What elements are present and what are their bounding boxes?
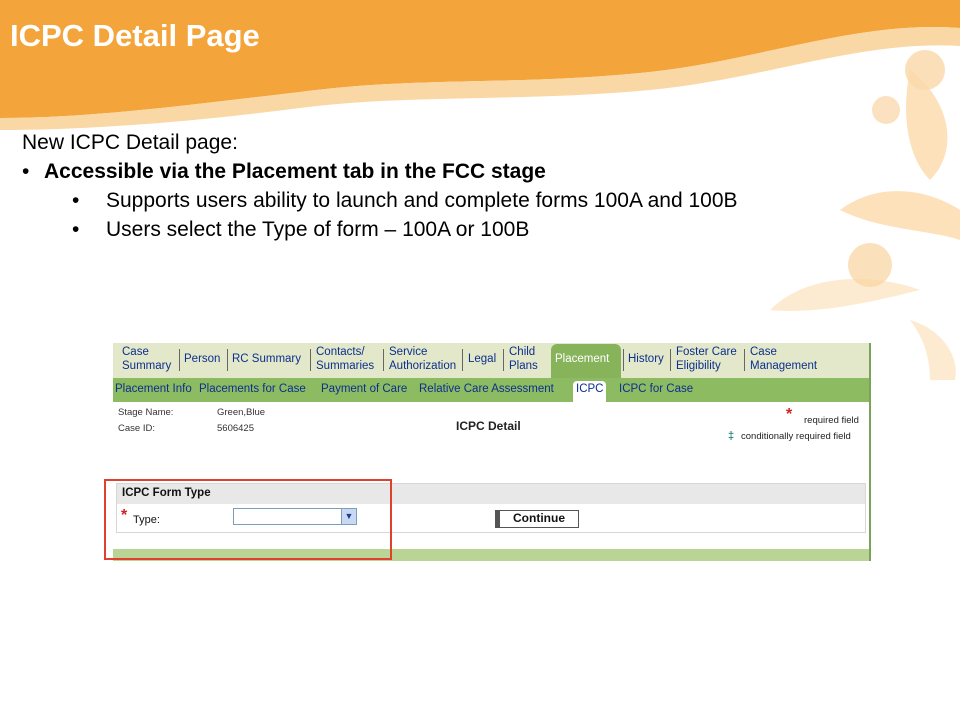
case-id-label: Case ID: <box>118 423 155 434</box>
tab-person[interactable]: Person <box>184 352 220 366</box>
tab-foster-care-eligibility[interactable]: Foster Care Eligibility <box>676 345 737 373</box>
tab-child-plans[interactable]: Child Plans <box>509 345 538 373</box>
sub-bullet: Users select the Type of form – 100A or … <box>22 215 822 244</box>
page-title: ICPC Detail <box>456 419 521 433</box>
conditional-legend: conditionally required field <box>741 431 851 442</box>
stage-name-label: Stage Name: <box>118 407 174 418</box>
conditional-marker: ‡ <box>728 430 735 442</box>
subtab-placements-for-case[interactable]: Placements for Case <box>199 383 306 395</box>
sub-tab-bar: Placement Info Placements for Case Payme… <box>113 378 869 402</box>
continue-button[interactable]: Continue <box>495 510 579 528</box>
subtab-payment-of-care[interactable]: Payment of Care <box>321 383 407 395</box>
slide-title: ICPC Detail Page <box>10 18 260 53</box>
tab-contacts-summaries[interactable]: Contacts/Summaries <box>316 345 374 373</box>
tab-history[interactable]: History <box>628 352 664 366</box>
stage-name-value: Green,Blue <box>217 407 266 418</box>
highlight-box <box>104 479 392 560</box>
required-legend: required field <box>804 415 859 426</box>
sub-bullet: Supports users ability to launch and com… <box>22 186 822 215</box>
subtab-icpc[interactable]: ICPC <box>573 381 606 402</box>
slide-bullets: New ICPC Detail page: Accessible via the… <box>22 128 822 244</box>
case-id-value: 5606425 <box>217 423 254 434</box>
tab-rc-summary[interactable]: RC Summary <box>232 352 301 366</box>
required-marker: * <box>786 406 793 423</box>
intro-text: New ICPC Detail page: <box>22 131 238 154</box>
subtab-icpc-for-case[interactable]: ICPC for Case <box>619 383 693 395</box>
main-bullet: Accessible via the Placement tab in the … <box>22 157 822 186</box>
tab-case-summary[interactable]: Case Summary <box>122 345 171 373</box>
tab-legal[interactable]: Legal <box>468 352 496 366</box>
tab-service-authorization[interactable]: Service Authorization <box>389 345 456 373</box>
tab-placement[interactable]: Placement <box>551 344 621 378</box>
main-tab-bar: Case Summary Person RC Summary Contacts/S… <box>113 343 869 378</box>
subtab-relative-care-assessment[interactable]: Relative Care Assessment <box>419 383 554 395</box>
tab-case-management[interactable]: Case Management <box>750 345 817 373</box>
subtab-placement-info[interactable]: Placement Info <box>115 383 192 395</box>
